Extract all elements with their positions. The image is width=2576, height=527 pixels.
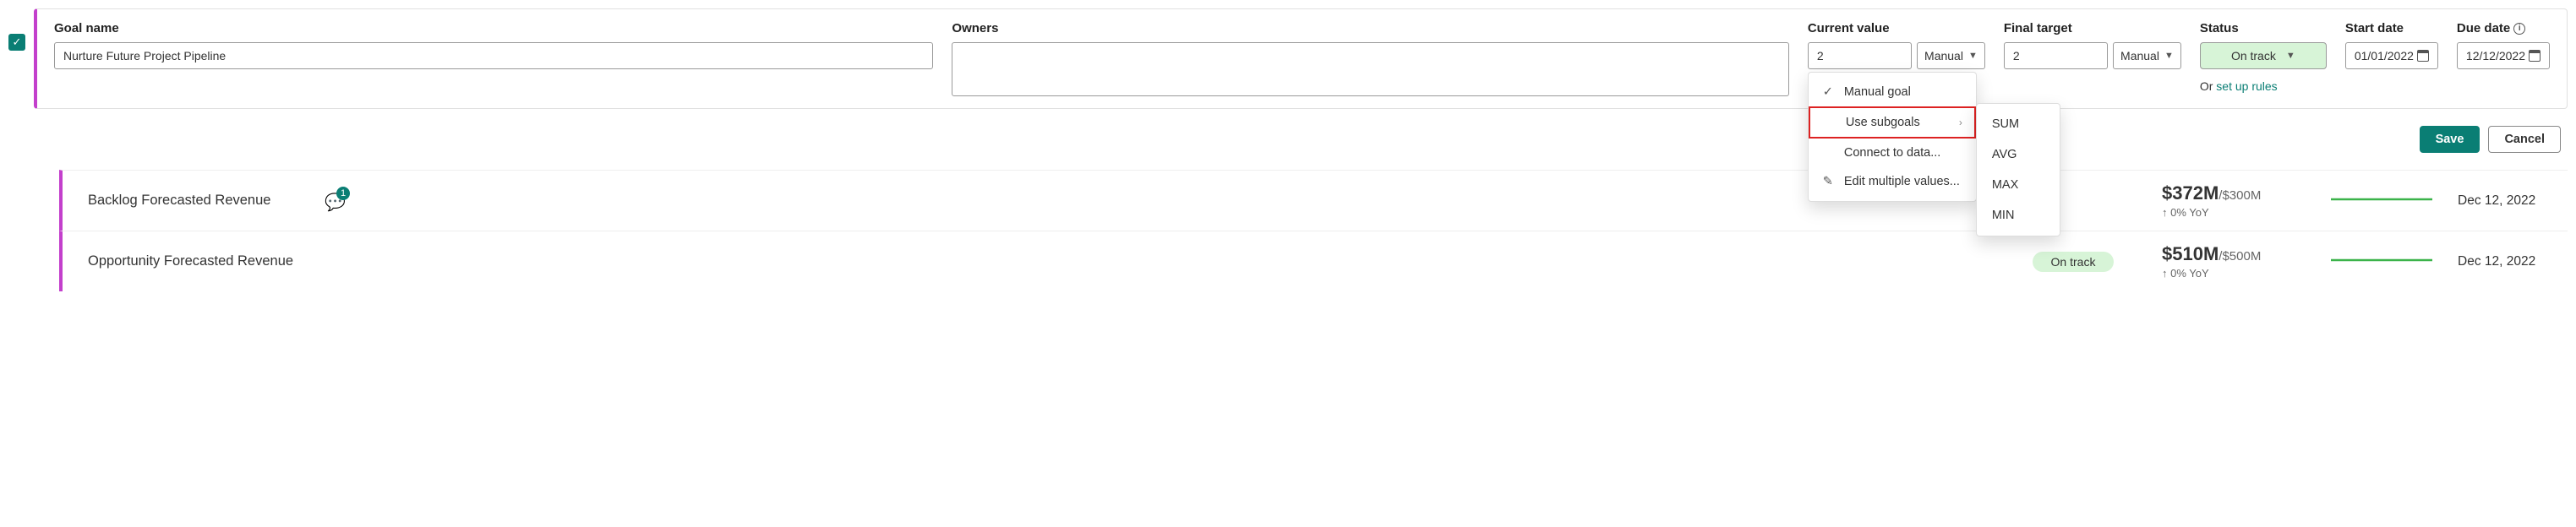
- subgoal-target: /$500M: [2219, 249, 2261, 264]
- current-value-value: 2: [1817, 49, 1824, 62]
- chevron-down-icon: ▼: [2164, 51, 2174, 61]
- submenu-item-avg[interactable]: AVG: [1977, 139, 2060, 170]
- info-icon[interactable]: i: [2513, 23, 2525, 35]
- label-owners: Owners: [952, 21, 1788, 35]
- chevron-down-icon: ▼: [1968, 51, 1978, 61]
- current-value-input[interactable]: 2: [1808, 42, 1912, 69]
- goal-name-value: Nurture Future Project Pipeline: [63, 49, 226, 62]
- owners-input[interactable]: [952, 42, 1788, 96]
- check-icon: ✓: [1820, 85, 1836, 99]
- cancel-button[interactable]: Cancel: [2488, 126, 2561, 153]
- subgoal-due-date: Dec 12, 2022: [2458, 193, 2559, 209]
- submenu-item-min[interactable]: MIN: [1977, 200, 2060, 231]
- dropdown-item-label: Edit multiple values...: [1844, 175, 1960, 188]
- due-date-input[interactable]: 12/12/2022: [2457, 42, 2550, 69]
- subgoal-current: $372M: [2162, 182, 2219, 204]
- subgoal-yoy: ↑ 0% YoY: [2162, 206, 2314, 219]
- subgoal-current: $510M: [2162, 243, 2219, 264]
- start-date-value: 01/01/2022: [2355, 49, 2414, 62]
- dropdown-item-use-subgoals[interactable]: Use subgoals ›: [1809, 106, 1976, 139]
- label-start-date: Start date: [2345, 21, 2438, 35]
- subgoal-name: Opportunity Forecasted Revenue: [71, 253, 308, 269]
- subgoal-value-block: $510M/$500M ↑ 0% YoY: [2162, 243, 2314, 280]
- dropdown-item-connect-to-data[interactable]: Connect to data...: [1809, 139, 1976, 167]
- label-due-date: Due date i: [2457, 21, 2550, 35]
- start-date-input[interactable]: 01/01/2022: [2345, 42, 2438, 69]
- status-value: On track: [2231, 49, 2276, 62]
- dropdown-item-label: Manual goal: [1844, 85, 1911, 99]
- label-final-target: Final target: [2004, 21, 2181, 35]
- label-goal-name: Goal name: [54, 21, 933, 35]
- current-value-mode-select[interactable]: Manual ▼: [1917, 42, 1985, 69]
- subgoal-yoy: ↑ 0% YoY: [2162, 267, 2314, 280]
- chevron-right-icon: ›: [1959, 117, 1962, 128]
- aggregation-submenu: SUM AVG MAX MIN: [1976, 103, 2060, 236]
- due-date-value: 12/12/2022: [2466, 49, 2525, 62]
- label-due-date-text: Due date: [2457, 21, 2510, 35]
- save-button[interactable]: Save: [2420, 126, 2480, 153]
- goal-row-checkbox[interactable]: ✓: [8, 34, 25, 51]
- subgoal-due-date: Dec 12, 2022: [2458, 254, 2559, 269]
- dropdown-item-edit-multiple-values[interactable]: ✎ Edit multiple values...: [1809, 167, 1976, 196]
- status-badge: On track: [2033, 252, 2115, 272]
- final-target-mode-select[interactable]: Manual ▼: [2113, 42, 2181, 69]
- dropdown-item-label: Connect to data...: [1844, 146, 1940, 160]
- rules-hint: Or set up rules: [2200, 79, 2327, 93]
- sparkline: [2331, 191, 2441, 210]
- label-current-value: Current value: [1808, 21, 1985, 35]
- goal-edit-card: Goal name Nurture Future Project Pipelin…: [34, 8, 2568, 109]
- notes-count-badge: 1: [336, 187, 350, 200]
- subgoal-row[interactable]: Backlog Forecasted Revenue 💬 1 $372M/$30…: [59, 170, 2568, 231]
- final-target-mode-label: Manual: [2120, 49, 2159, 62]
- set-up-rules-link[interactable]: set up rules: [2216, 79, 2277, 93]
- submenu-item-max[interactable]: MAX: [1977, 170, 2060, 200]
- final-target-value: 2: [2013, 49, 2020, 62]
- sparkline: [2331, 252, 2441, 271]
- chevron-down-icon: ▼: [2286, 51, 2295, 61]
- label-status: Status: [2200, 21, 2327, 35]
- submenu-item-sum[interactable]: SUM: [1977, 109, 2060, 139]
- subgoal-row[interactable]: Opportunity Forecasted Revenue On track …: [59, 231, 2568, 291]
- goal-name-input[interactable]: Nurture Future Project Pipeline: [54, 42, 933, 69]
- subgoal-value-block: $372M/$300M ↑ 0% YoY: [2162, 182, 2314, 219]
- subgoal-target: /$300M: [2219, 188, 2261, 203]
- calendar-icon: [2417, 50, 2429, 62]
- current-value-mode-label: Manual: [1924, 49, 1963, 62]
- status-select[interactable]: On track ▼: [2200, 42, 2327, 69]
- calendar-icon: [2529, 50, 2541, 62]
- final-target-input[interactable]: 2: [2004, 42, 2108, 69]
- pencil-icon: ✎: [1820, 175, 1836, 188]
- subgoal-name: Backlog Forecasted Revenue: [71, 193, 308, 209]
- or-text: Or: [2200, 79, 2216, 93]
- notes-icon[interactable]: 💬 1: [325, 192, 343, 210]
- value-mode-dropdown: ✓ Manual goal Use subgoals › Connect to …: [1808, 72, 1977, 202]
- dropdown-item-manual-goal[interactable]: ✓ Manual goal: [1809, 78, 1976, 106]
- dropdown-item-label: Use subgoals: [1846, 116, 1920, 129]
